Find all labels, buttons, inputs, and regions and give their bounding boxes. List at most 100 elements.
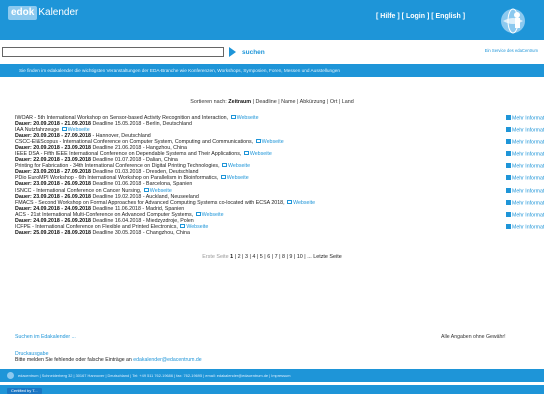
external-link-icon[interactable] [195, 211, 201, 216]
event-date-line: Dauer: 24.09.2018 - 26.09.2018 Deadline … [15, 218, 194, 224]
more-info-label[interactable]: Mehr Informationen [512, 200, 544, 206]
more-info-label[interactable]: Mehr Informationen [512, 152, 544, 158]
sort-option-zeitraum[interactable]: Zeitraum [228, 99, 251, 105]
event-website-link[interactable]: Webseite [227, 175, 249, 181]
sort-option-deadline[interactable]: Deadline [255, 99, 276, 105]
more-info-label[interactable]: Mehr Informationen [512, 140, 544, 146]
event-more-info-link[interactable]: Mehr Informationen [506, 211, 544, 218]
event-row: IWOAR - 5th International Workshop on Se… [15, 115, 544, 127]
external-link-icon[interactable] [255, 139, 261, 144]
sort-options: Sortieren nach: Zeitraum | Deadline | Na… [190, 99, 354, 105]
report-line: Bitte melden Sie fehlende oder falsche E… [15, 357, 202, 363]
event-website-link[interactable]: Webseite [237, 115, 259, 121]
event-more-info-link[interactable]: Mehr Informationen [506, 175, 544, 182]
search-button[interactable]: suchen [242, 49, 265, 56]
external-link-icon[interactable] [61, 127, 67, 132]
info-square-icon [506, 199, 511, 205]
event-details: Deadline 01.07.2018 - Dalian, China [90, 157, 178, 164]
login-link[interactable]: Login [406, 13, 425, 20]
pager-last-link[interactable]: Letzte Seite [313, 254, 341, 260]
event-more-info-link[interactable]: Mehr Informationen [506, 115, 544, 122]
event-row: CSCC-EI&Scopus - International Conferenc… [15, 139, 544, 151]
more-info-label[interactable]: Mehr Informationen [512, 224, 544, 230]
help-link[interactable]: Hilfe [380, 13, 395, 20]
event-details: Deadline 01.03.2018 - Dresden, Deutschla… [90, 169, 199, 176]
event-website-link[interactable]: Webseite [250, 151, 272, 157]
more-info-label[interactable]: Mehr Informationen [512, 212, 544, 218]
external-link-icon[interactable] [180, 223, 186, 228]
logo-text: Kalender [38, 7, 79, 18]
pager-page-link[interactable]: ... [307, 254, 312, 260]
event-website-link[interactable]: Webseite [262, 139, 284, 145]
search-input[interactable] [2, 47, 224, 57]
event-details: Deadline 11.06.2018 - Madrid, Spanien [90, 205, 185, 212]
pager-first-link[interactable]: Erste Seite [202, 254, 228, 260]
search-arrow-icon[interactable] [229, 47, 236, 57]
event-duration: Dauer: 25.09.2018 - 28.09.2018 [15, 229, 91, 236]
info-square-icon [506, 151, 511, 157]
event-duration: Dauer: 24.09.2018 - 24.09.2018 [15, 205, 91, 212]
external-link-icon[interactable] [243, 151, 249, 156]
event-details: Deadline 15.05.2018 - Berlin, Deutschlan… [90, 121, 192, 127]
more-info-label[interactable]: Mehr Informationen [512, 188, 544, 194]
more-info-label[interactable]: Mehr Informationen [512, 128, 544, 134]
event-duration: Dauer: 22.09.2018 - 23.09.2018 [15, 157, 91, 164]
event-more-info-link[interactable]: Mehr Informationen [506, 223, 544, 230]
event-date-line: Dauer: 20.09.2018 - 27.09.2018 - Hannove… [15, 133, 151, 139]
external-link-icon[interactable] [230, 115, 236, 119]
certificate-badge[interactable]: Certified by T... [7, 388, 42, 394]
event-details: Deadline 01.06.2018 - Barcelona, Spanien [90, 181, 193, 188]
search-row: suchen Ein Service des edaCentrum [0, 42, 544, 62]
event-more-info-link[interactable]: Mehr Informationen [506, 151, 544, 158]
event-date-line: Dauer: 23.09.2018 - 27.09.2018 Deadline … [15, 169, 198, 175]
service-link[interactable]: Ein Service des edaCentrum [485, 48, 538, 53]
event-website-link[interactable]: Webseite [293, 200, 315, 206]
sort-option-ort[interactable]: Ort [330, 99, 338, 105]
footer-bar: edacentrum | Schneiderberg 32 | 30167 Ha… [0, 369, 544, 382]
sort-option-name[interactable]: Name [281, 99, 295, 105]
event-duration: Dauer: 24.09.2018 - 26.09.2018 [15, 217, 91, 224]
report-email-link[interactable]: edakalender@edacentrum.de [133, 357, 201, 363]
external-link-icon[interactable] [222, 163, 228, 168]
external-link-icon[interactable] [143, 187, 149, 192]
event-website-link[interactable]: Webseite [202, 212, 224, 218]
edakalender-logo[interactable]: edok Kalender [8, 6, 78, 20]
sort-prefix: Sortieren nach: [190, 99, 227, 105]
event-more-info-link[interactable]: Mehr Informationen [506, 163, 544, 170]
info-square-icon [506, 163, 511, 169]
event-more-info-link[interactable]: Mehr Informationen [506, 187, 544, 194]
event-duration: Dauer: 20.09.2018 - 27.09.2018 [15, 133, 91, 140]
event-date-line: Dauer: 23.09.2018 - 26.09.2018 Deadline … [15, 181, 192, 187]
pagination: Erste Seite 1 | 2 | 3 | 4 | 5 | 6 | 7 | … [0, 254, 544, 260]
info-square-icon [506, 211, 511, 217]
sort-option-land[interactable]: Land [342, 99, 354, 105]
more-info-label[interactable]: Mehr Informationen [512, 164, 544, 170]
external-link-icon[interactable] [287, 199, 293, 204]
event-details: - Hannover, Deutschland [90, 133, 151, 140]
info-square-icon [506, 223, 511, 229]
english-link[interactable]: English [436, 13, 461, 20]
more-info-label[interactable]: Mehr Informationen [512, 176, 544, 182]
event-website-link[interactable]: Webseite [228, 163, 250, 169]
event-row: PDio EuroMPI Workshop - 6th Internationa… [15, 175, 544, 187]
sort-option-abkuerzung[interactable]: Abkürzung [300, 99, 326, 105]
event-date-line: Dauer: 20.09.2018 - 21.09.2018 Deadline … [15, 121, 192, 127]
footer-logo-icon [7, 372, 14, 379]
info-square-icon [506, 115, 511, 120]
bottom-search-link[interactable]: Suchen im Edakalender ... [15, 334, 76, 340]
event-details: Deadline 19.02.2018 - Auckland, Neuseela… [90, 193, 199, 200]
info-square-icon [506, 127, 511, 133]
event-more-info-link[interactable]: Mehr Informationen [506, 127, 544, 134]
external-link-icon[interactable] [220, 175, 226, 180]
event-date-line: Dauer: 25.09.2018 - 28.09.2018 Deadline … [15, 230, 190, 236]
event-date-line: Dauer: 23.09.2018 - 26.09.2018 Deadline … [15, 194, 199, 200]
more-info-label[interactable]: Mehr Informationen [512, 116, 544, 122]
disclaimer-text: Alle Angaben ohne Gewähr! [441, 334, 506, 340]
event-details: Deadline 30.05.2018 - Changzhou, China [90, 229, 190, 236]
event-row: ACS - 21st International Multi-Conferenc… [15, 211, 544, 224]
cert-bar [0, 385, 544, 394]
event-duration: Dauer: 20.09.2018 - 21.09.2018 [15, 121, 91, 127]
event-more-info-link[interactable]: Mehr Informationen [506, 199, 544, 206]
event-row: Printing for Fabrication - 34th Internat… [15, 163, 544, 175]
event-more-info-link[interactable]: Mehr Informationen [506, 139, 544, 146]
